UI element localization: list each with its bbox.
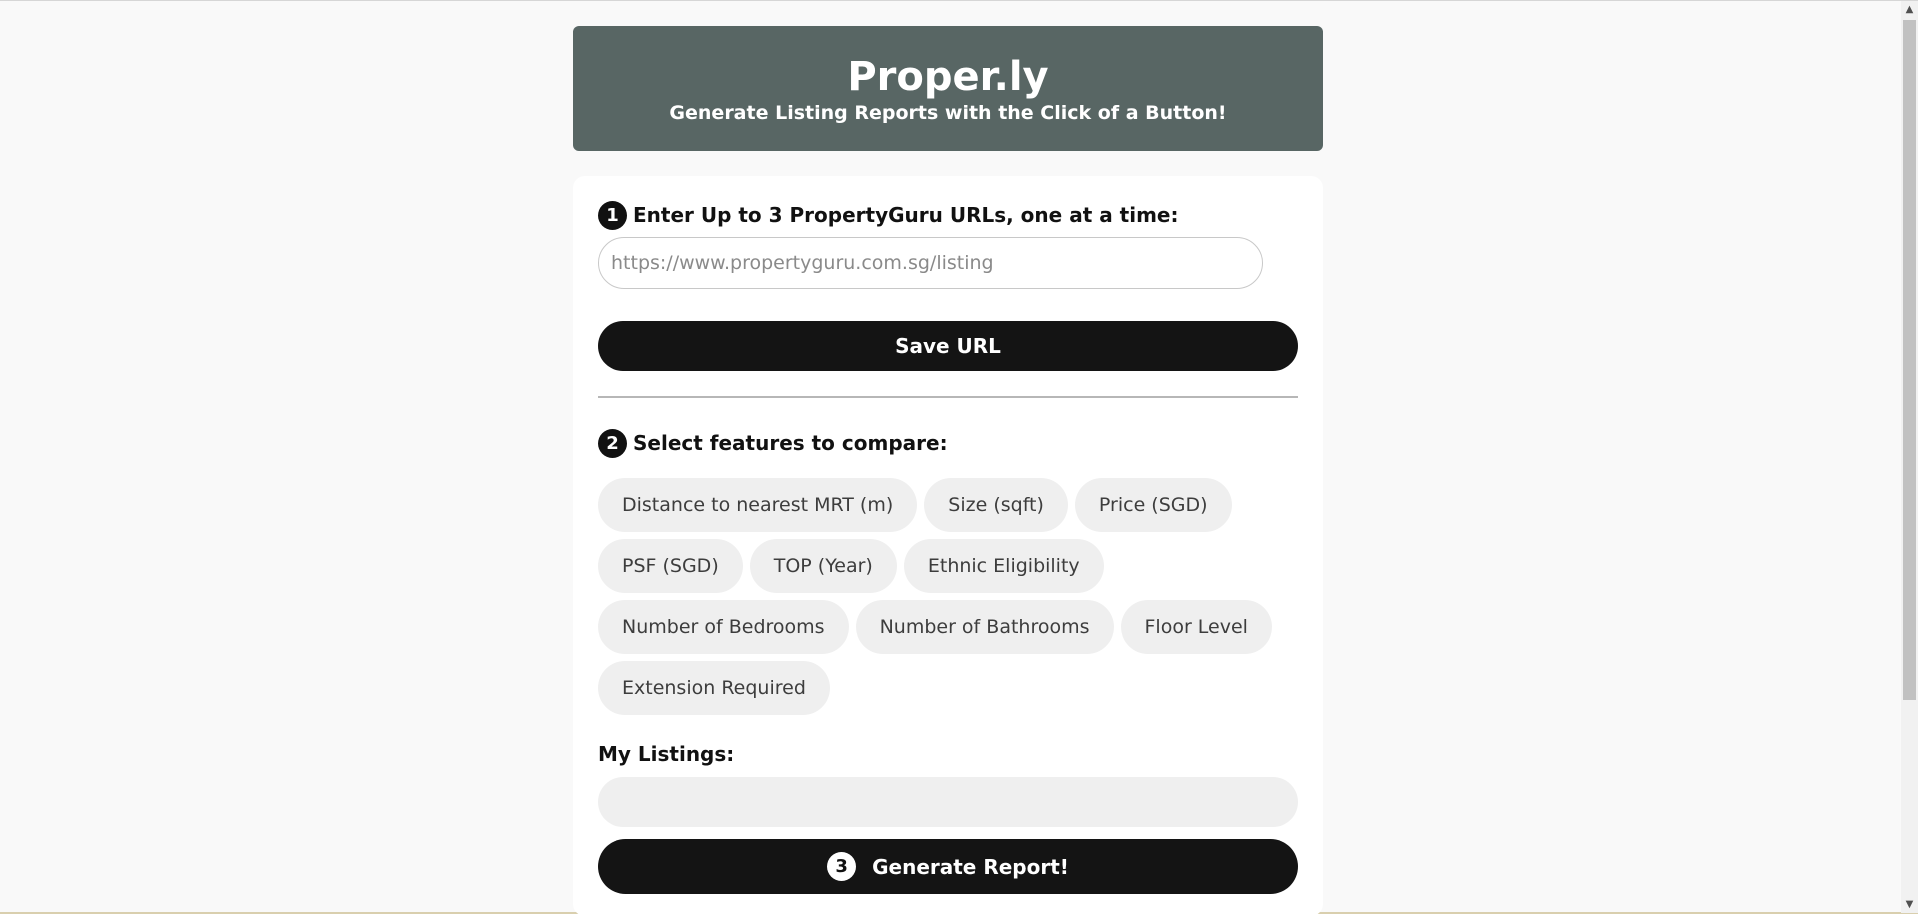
vertical-scrollbar[interactable]: ▲ ▼ (1901, 1, 1918, 913)
step2-number-badge: 2 (598, 428, 627, 458)
feature-chip-floor-level[interactable]: Floor Level (1120, 600, 1272, 654)
section-divider (598, 396, 1298, 398)
step2-label: Select features to compare: (633, 431, 948, 455)
feature-chip-top-year[interactable]: TOP (Year) (749, 539, 897, 593)
step1-number-badge: 1 (598, 200, 627, 230)
feature-chip-ethnic-eligibility[interactable]: Ethnic Eligibility (903, 539, 1104, 593)
my-listings-label: My Listings: (598, 742, 735, 766)
feature-chip-psf[interactable]: PSF (SGD) (598, 539, 743, 593)
feature-chip-extension-required[interactable]: Extension Required (598, 661, 830, 715)
scroll-up-arrow-icon[interactable]: ▲ (1901, 1, 1918, 18)
step3-number-badge: 3 (827, 852, 857, 881)
page: Proper.ly Generate Listing Reports with … (0, 0, 1918, 914)
app-title: Proper.ly (847, 54, 1049, 100)
feature-chip-list: Distance to nearest MRT (m) Size (sqft) … (598, 478, 1298, 715)
feature-chip-distance-mrt[interactable]: Distance to nearest MRT (m) (598, 478, 918, 532)
step1-heading: 1 Enter Up to 3 PropertyGuru URLs, one a… (598, 200, 1298, 230)
generate-report-button[interactable]: 3 Generate Report! (598, 839, 1298, 894)
step1-label: Enter Up to 3 PropertyGuru URLs, one at … (633, 203, 1179, 227)
scrollbar-thumb[interactable] (1903, 20, 1916, 700)
main-container: Proper.ly Generate Listing Reports with … (573, 26, 1323, 914)
feature-chip-bedrooms[interactable]: Number of Bedrooms (598, 600, 849, 654)
app-header: Proper.ly Generate Listing Reports with … (573, 26, 1323, 151)
step2-heading: 2 Select features to compare: (598, 428, 1298, 458)
url-input[interactable] (598, 237, 1263, 289)
feature-chip-price[interactable]: Price (SGD) (1074, 478, 1232, 532)
feature-chip-bathrooms[interactable]: Number of Bathrooms (855, 600, 1114, 654)
scroll-down-arrow-icon[interactable]: ▼ (1901, 896, 1918, 913)
form-card: 1 Enter Up to 3 PropertyGuru URLs, one a… (573, 176, 1323, 914)
save-url-button[interactable]: Save URL (598, 321, 1298, 371)
feature-chip-size[interactable]: Size (sqft) (924, 478, 1068, 532)
my-listings-box (598, 777, 1298, 827)
generate-report-label: Generate Report! (872, 854, 1069, 879)
app-subtitle: Generate Listing Reports with the Click … (669, 102, 1227, 124)
